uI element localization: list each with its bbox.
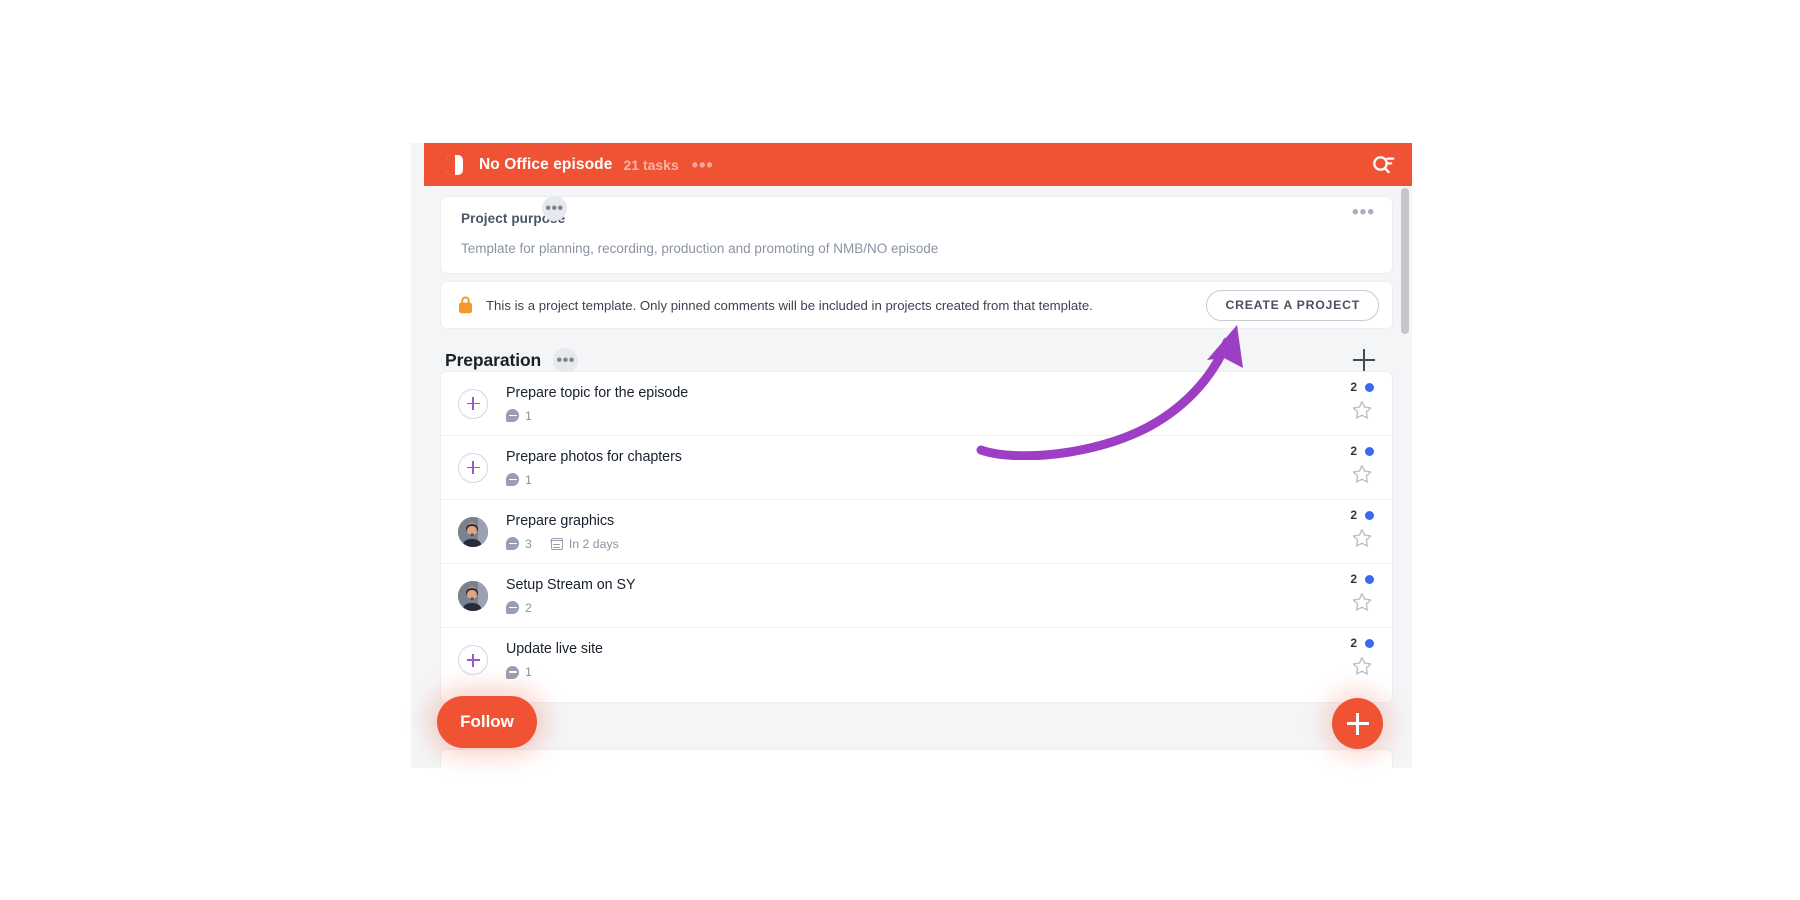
star-outline-icon[interactable] [1351,463,1373,485]
star-outline-icon[interactable] [1351,527,1373,549]
comment-count-value: 1 [525,665,532,679]
task-meta: 3 In 2 days [506,537,1324,551]
project-purpose-menu-button[interactable]: ••• [1352,203,1375,222]
task-main: Prepare photos for chapters 1 [506,449,1324,487]
comment-icon [506,537,519,550]
project-purpose-title: Project purpose [461,211,566,226]
due-date: In 2 days [550,536,619,551]
project-content: Project purpose Template for planning, r… [424,186,1412,768]
comment-count: 1 [506,473,532,487]
avatar[interactable] [458,580,488,611]
task-list: Prepare topic for the episode 1 2 Prepare p… [441,372,1392,702]
task-meta: 1 [506,409,1324,423]
comment-icon [506,473,519,486]
task-row[interactable]: Prepare photos for chapters 1 2 [441,436,1392,500]
task-title: Prepare photos for chapters [506,448,682,465]
section-menu-button[interactable]: ••• [553,347,579,373]
project-header: No Office episode 21 tasks ••• [424,143,1412,186]
screenshot-root: No Office episode 21 tasks ••• Project p… [0,0,1800,900]
task-main: Update live site 1 [506,641,1324,679]
inner-scrollbar-track[interactable] [1398,186,1412,768]
task-right: 2 [1324,444,1376,492]
task-main: Prepare topic for the episode 1 [506,385,1324,423]
task-title: Prepare graphics [506,512,615,529]
comment-count: 2 [506,601,532,615]
comment-count-value: 1 [525,472,532,487]
project-purpose-description: Template for planning, recording, produc… [461,241,939,256]
plus-icon [466,397,480,410]
task-right: 2 [1324,636,1376,684]
comment-icon [506,665,519,679]
add-assignee-button[interactable] [458,645,488,675]
create-a-project-button[interactable]: CREATE A PROJECT [1206,289,1379,321]
add-task-plus-icon[interactable] [1350,346,1378,374]
project-purpose-card: Project purpose Template for planning, r… [441,197,1392,273]
comment-count: 1 [506,409,532,423]
template-banner: This is a project template. Only pinned … [441,282,1392,328]
subtask-count-badge: 2 [1350,636,1357,650]
task-main: Setup Stream on SY 2 [506,577,1324,615]
task-meta: 1 [506,665,1324,679]
plus-icon [1346,712,1369,735]
plus-icon [466,461,480,474]
bottom-section-menu-button[interactable]: ••• [542,196,567,221]
comment-count: 1 [506,665,532,679]
task-meta: 2 [506,601,1324,615]
task-row[interactable]: Prepare topic for the episode 1 2 [441,372,1392,436]
subtask-count-badge: 2 [1350,507,1357,522]
comment-count-value: 3 [525,536,532,551]
template-banner-text: This is a project template. Only pinned … [486,297,1093,313]
status-dot [1365,382,1374,392]
lock-icon [458,296,473,314]
star-outline-icon[interactable] [1351,655,1373,677]
add-task-fab[interactable] [1332,698,1383,749]
task-right: 2 [1324,508,1376,556]
status-dot [1365,446,1374,456]
task-count-label: 21 tasks [623,156,679,173]
search-filter-icon[interactable] [1370,152,1396,178]
task-right: 2 [1324,380,1376,428]
status-dot [1365,510,1374,520]
task-row[interactable]: Prepare graphics 3 In 2 days 2 [441,500,1392,564]
follow-button[interactable]: Follow [437,696,537,748]
task-row[interactable]: Setup Stream on SY 2 2 [441,564,1392,628]
add-assignee-button[interactable] [458,388,488,419]
status-dot [1365,639,1374,648]
due-date-value: In 2 days [568,536,619,551]
project-menu-button[interactable]: ••• [692,156,714,174]
page-title: No Office episode [479,155,613,173]
subtask-count-badge: 2 [1350,379,1357,394]
status-dot [1365,574,1374,584]
task-row[interactable]: Update live site 1 2 [441,628,1392,692]
comment-icon [506,601,519,614]
section-title: Preparation [445,349,542,370]
half-circle-logo-icon [446,154,463,175]
star-outline-icon[interactable] [1351,591,1373,613]
star-outline-icon[interactable] [1351,399,1373,421]
bottom-section-card [441,750,1392,768]
calendar-icon [550,537,563,550]
inner-scrollbar-thumb[interactable] [1401,188,1409,334]
task-right: 2 [1324,572,1376,620]
avatar[interactable] [458,516,488,547]
comment-icon [506,409,519,422]
comment-count-value: 1 [525,408,532,423]
task-title: Setup Stream on SY [506,576,636,593]
task-title: Prepare topic for the episode [506,384,689,401]
task-main: Prepare graphics 3 In 2 days [506,513,1324,551]
task-title: Update live site [506,641,603,657]
comment-count: 3 [506,537,532,551]
subtask-count-badge: 2 [1350,571,1357,586]
task-meta: 1 [506,473,1324,487]
add-assignee-button[interactable] [458,452,488,483]
comment-count-value: 2 [525,600,532,615]
subtask-count-badge: 2 [1350,443,1357,458]
plus-icon [466,653,480,667]
